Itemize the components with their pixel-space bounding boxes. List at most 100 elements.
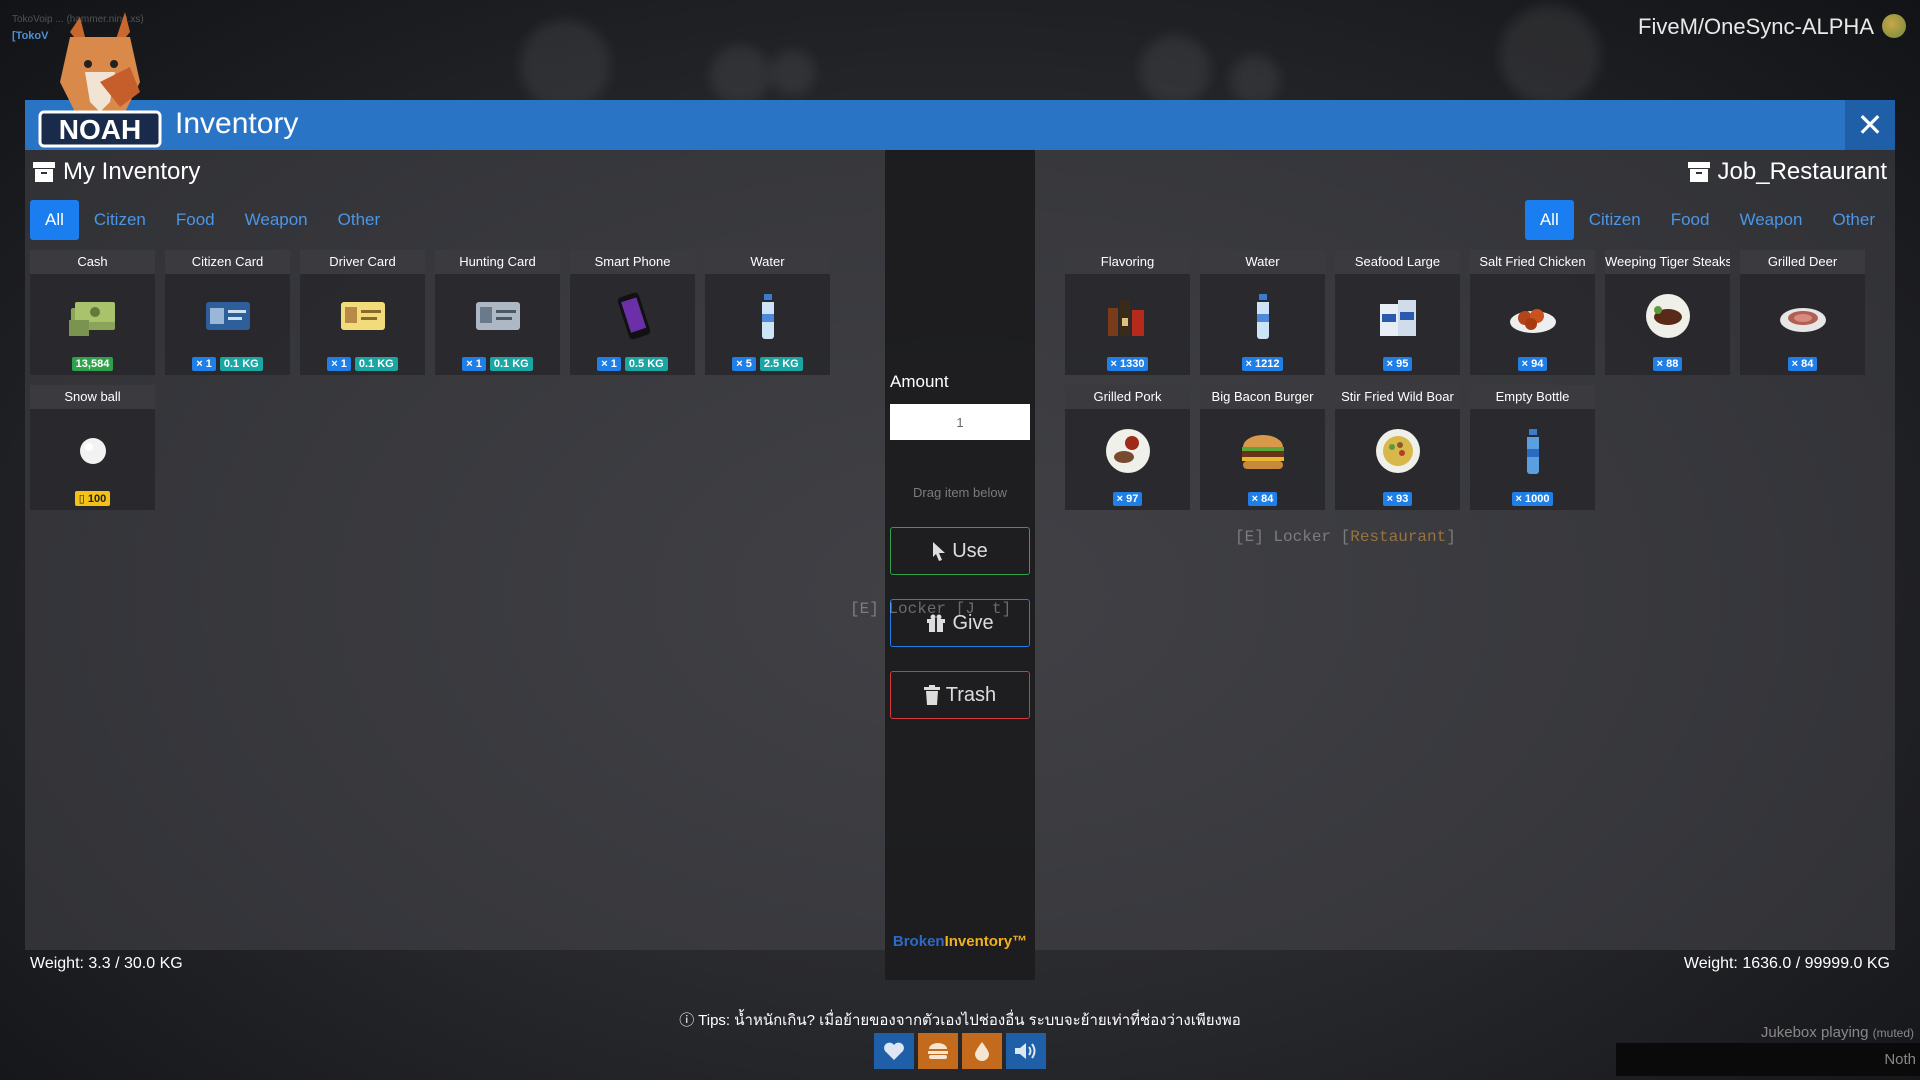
use-button[interactable]: Use (890, 527, 1030, 575)
item-slot[interactable]: Citizen Card × 1 0.1 KG (165, 250, 290, 375)
drag-hint: Drag item below (913, 485, 1007, 500)
my-weight-text: Weight: 3.3 / 30.0 KG (30, 955, 183, 972)
item-slot[interactable]: Grilled Pork × 97 (1065, 385, 1190, 510)
close-button[interactable]: ✕ (1845, 100, 1895, 150)
left-tab-citizen[interactable]: Citizen (79, 200, 161, 240)
water-bottle-icon (1257, 294, 1269, 339)
item-count-badge: × 1 (192, 357, 216, 371)
wolf-logo-icon: NOAH (38, 12, 162, 148)
item-count-badge: × 84 (1787, 357, 1818, 371)
locker-world-label: [E] Locker [Restaurant] (1235, 528, 1456, 546)
tips-message: Tips: น้ำหนักเกิน? เมื่อย้ายของจากตัวเอง… (698, 1012, 1241, 1029)
amount-input[interactable] (890, 404, 1030, 440)
item-slot[interactable]: Weeping Tiger Steaks × 88 (1605, 250, 1730, 375)
job-restaurant-panel: Job_Restaurant All Citizen Food Weapon Other… (1035, 150, 1895, 972)
item-count-badge: × 1330 (1106, 357, 1149, 371)
left-tab-all[interactable]: All (30, 200, 79, 240)
item-slot[interactable]: Snow ball ▯ 100 (30, 385, 155, 510)
item-count-badge: × 95 (1382, 357, 1413, 371)
item-badges: × 1000 (1470, 492, 1595, 506)
item-slot[interactable]: Cash 13,584 (30, 250, 155, 375)
item-count-badge: × 88 (1652, 357, 1683, 371)
item-count-badge: × 1212 (1241, 357, 1284, 371)
job-weight-text: Weight: 1636.0 / 99999.0 KG (1683, 955, 1890, 972)
right-tab-food[interactable]: Food (1656, 200, 1725, 240)
right-tab-all[interactable]: All (1524, 200, 1574, 240)
item-badges: 13,584 (30, 357, 155, 371)
phone-icon (617, 292, 651, 340)
item-name: Water (705, 250, 830, 274)
item-name: Salt Fried Chicken (1470, 250, 1595, 274)
window-title: Inventory (175, 107, 299, 140)
locker-ghost-right: t] (992, 600, 1012, 618)
item-slot[interactable]: Smart Phone × 1 0.5 KG (570, 250, 695, 375)
job-inventory-title-text: Job_Restaurant (1717, 158, 1887, 185)
jukebox-muted: (muted) (1872, 1026, 1914, 1040)
item-weight-badge: 2.5 KG (759, 357, 803, 371)
notification-bar: Noth (1616, 1043, 1920, 1076)
locker-ghost-left: [E] Locker [J (850, 600, 975, 618)
item-badges: × 93 (1335, 492, 1460, 506)
item-badges: × 94 (1470, 357, 1595, 371)
right-item-grid: Flavoring × 1330 Water × 1212 Seafood Large ×… (1065, 250, 1865, 510)
item-slot[interactable]: Salt Fried Chicken × 94 (1470, 250, 1595, 375)
left-tabs: All Citizen Food Weapon Other (30, 200, 395, 240)
item-name: Big Bacon Burger (1200, 385, 1325, 409)
bokeh-light (710, 45, 770, 105)
locker-name: Restaurant (1350, 528, 1447, 546)
trash-button-label: Trash (945, 683, 997, 706)
item-slot[interactable]: Grilled Deer × 84 (1740, 250, 1865, 375)
item-slot[interactable]: Hunting Card × 1 0.1 KG (435, 250, 560, 375)
item-name: Cash (30, 250, 155, 274)
item-slot[interactable]: Stir Fried Wild Boar × 93 (1335, 385, 1460, 510)
item-name: Driver Card (300, 250, 425, 274)
trash-button[interactable]: Trash (890, 671, 1030, 719)
tips-text: ⓘ Tips: น้ำหนักเกิน? เมื่อย้ายของจากตัวเ… (0, 1008, 1920, 1032)
right-tab-other[interactable]: Other (1817, 200, 1890, 240)
right-tab-citizen[interactable]: Citizen (1574, 200, 1656, 240)
item-count-badge: × 1000 (1511, 492, 1554, 506)
grilled-meat-icon (1780, 308, 1826, 332)
heart-icon (874, 1033, 914, 1069)
brand-part-a: Broken (892, 933, 945, 950)
item-slot[interactable]: Water × 1212 (1200, 250, 1325, 375)
left-tab-food[interactable]: Food (161, 200, 230, 240)
item-count-badge: 13,584 (71, 357, 114, 371)
bokeh-light (1230, 55, 1280, 105)
item-count-badge: × 94 (1517, 357, 1548, 371)
item-count-badge: × 93 (1382, 492, 1413, 506)
empty-bottle-icon (1527, 429, 1539, 474)
item-count-badge: ▯ 100 (74, 491, 111, 506)
item-slot[interactable]: Water × 5 2.5 KG (705, 250, 830, 375)
item-badges: × 84 (1200, 492, 1325, 506)
right-tabs: All Citizen Food Weapon Other (1524, 200, 1890, 240)
item-badges: × 84 (1740, 357, 1865, 371)
jukebox-status: Jukebox playing (muted) (1761, 1024, 1914, 1041)
item-slot[interactable]: Big Bacon Burger × 84 (1200, 385, 1325, 510)
right-tab-weapon[interactable]: Weapon (1724, 200, 1817, 240)
info-icon: ⓘ (679, 1012, 699, 1029)
item-slot[interactable]: Driver Card × 1 0.1 KG (300, 250, 425, 375)
bokeh-light (1500, 5, 1600, 105)
server-name: FiveM/OneSync-ALPHA (1638, 14, 1874, 39)
left-tab-other[interactable]: Other (323, 200, 396, 240)
item-count-badge: × 1 (597, 357, 621, 371)
item-slot[interactable]: Flavoring × 1330 (1065, 250, 1190, 375)
speaker-icon (1006, 1033, 1046, 1069)
left-tab-weapon[interactable]: Weapon (230, 200, 323, 240)
status-hud (874, 1033, 1046, 1069)
item-badges: × 1 0.5 KG (570, 357, 695, 371)
bokeh-light (1140, 35, 1210, 105)
item-badges: × 95 (1335, 357, 1460, 371)
item-name: Weeping Tiger Steaks (1605, 250, 1730, 274)
burger-icon (1242, 435, 1284, 469)
item-name: Snow ball (30, 385, 155, 409)
item-slot[interactable]: Seafood Large × 95 (1335, 250, 1460, 375)
item-count-badge: × 84 (1247, 492, 1278, 506)
snowball-icon (80, 438, 106, 464)
item-slot[interactable]: Empty Bottle × 1000 (1470, 385, 1595, 510)
item-name: Citizen Card (165, 250, 290, 274)
item-badges: × 5 2.5 KG (705, 357, 830, 371)
sauce-bottles-icon (1108, 300, 1144, 336)
burger-icon (918, 1033, 958, 1069)
